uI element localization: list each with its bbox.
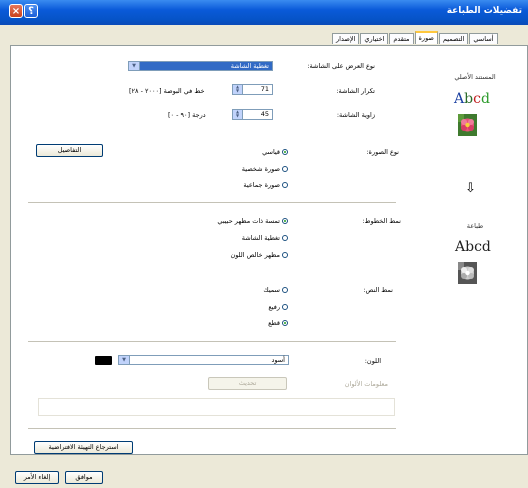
tab-layout[interactable]: التصميم: [438, 33, 469, 44]
close-button[interactable]: ×: [9, 4, 23, 18]
text-style-bold-radio[interactable]: سميك: [263, 286, 288, 294]
screen-angle-spinner[interactable]: ▲ ▼ 45: [232, 109, 273, 120]
spinner-arrows-icon[interactable]: ▲ ▼: [233, 110, 243, 119]
tab-optional[interactable]: اختياري: [360, 33, 389, 44]
image-type-group-radio[interactable]: صورة جماعية: [243, 181, 288, 189]
image-type-portrait-radio[interactable]: صورة شخصية: [242, 165, 288, 173]
tab-strip: أساسي التصميم صورة متقدم اختياري الإصدار: [332, 31, 498, 45]
display-type-select[interactable]: ▼ تغطية الشاشة: [128, 61, 273, 71]
display-type-label: نوع العرض على الشاشة:: [307, 62, 375, 70]
arrow-down-icon: ⇩: [465, 181, 476, 196]
text-style-label: نمط النص:: [363, 286, 393, 294]
tab-advanced[interactable]: متقدم: [389, 33, 414, 44]
tab-image[interactable]: صورة: [414, 31, 438, 44]
color-swatch: [95, 356, 112, 365]
original-document-label: المستند الأصلي: [454, 73, 496, 81]
title-bar: × ؟ تفضيلات الطباعة: [0, 0, 528, 25]
screen-frequency-value: 71: [260, 85, 269, 93]
screen-frequency-unit: خط في البوصة [٢٠٠٠ - ٢٨]: [129, 87, 205, 95]
restore-defaults-button[interactable]: استرجاع التهيئة الافتراضية: [34, 441, 133, 454]
screen-angle-label: زاوية الشاشة:: [336, 111, 375, 119]
line-style-granular-radio[interactable]: تمسة ذات مظهر حبيبي: [217, 217, 288, 225]
color-select[interactable]: ▼ أسود: [118, 355, 289, 365]
image-type-standard-radio[interactable]: قياسي: [262, 148, 288, 156]
color-info-box: [38, 398, 395, 416]
printing-preferences-window: × ؟ تفضيلات الطباعة أساسي التصميم صورة م…: [0, 0, 528, 488]
image-tab-panel: [10, 45, 528, 455]
divider: [28, 341, 396, 342]
screen-angle-value: 45: [260, 110, 269, 118]
window-title: تفضيلات الطباعة: [446, 6, 522, 16]
color-label: اللون:: [364, 357, 381, 365]
tab-version[interactable]: الإصدار: [332, 33, 360, 44]
screen-frequency-spinner[interactable]: ▲ ▼ 71: [232, 84, 273, 95]
details-button[interactable]: التفاصيل: [36, 144, 103, 157]
divider: [28, 202, 396, 203]
text-style-cut-radio[interactable]: قطع: [268, 319, 288, 327]
print-flower-image: [458, 262, 477, 284]
screen-frequency-label: تكرار الشاشة:: [336, 87, 375, 95]
color-info-label: معلومات الألوان: [344, 380, 388, 388]
line-style-solid-radio[interactable]: مظهر خالص اللون: [230, 251, 288, 259]
color-value: أسود: [271, 356, 285, 364]
print-sample-text: Abcd: [455, 239, 491, 255]
spinner-arrows-icon[interactable]: ▲ ▼: [233, 85, 243, 94]
chevron-down-icon[interactable]: ▼: [129, 62, 140, 70]
image-type-label: نوع الصورة:: [366, 148, 399, 156]
display-type-value: تغطية الشاشة: [230, 62, 269, 70]
ok-button[interactable]: موافق: [65, 471, 103, 484]
help-button[interactable]: ؟: [24, 4, 38, 18]
chevron-down-icon[interactable]: ▼: [119, 356, 130, 364]
line-style-label: نمط الخطوط:: [362, 217, 401, 225]
cancel-button[interactable]: إلغاء الأمر: [15, 471, 59, 484]
original-flower-image: [458, 114, 477, 136]
text-style-thin-radio[interactable]: رفيع: [268, 303, 288, 311]
tab-basic[interactable]: أساسي: [469, 33, 498, 44]
original-sample-text: Abcd: [454, 91, 490, 107]
divider: [28, 428, 396, 429]
update-button[interactable]: تحديث: [208, 377, 287, 390]
line-style-screen-radio[interactable]: تغطية الشاشة: [242, 234, 288, 242]
screen-angle-unit: درجة [٩٠ - ٠]: [168, 111, 206, 119]
print-preview-label: طباعة: [466, 222, 484, 230]
